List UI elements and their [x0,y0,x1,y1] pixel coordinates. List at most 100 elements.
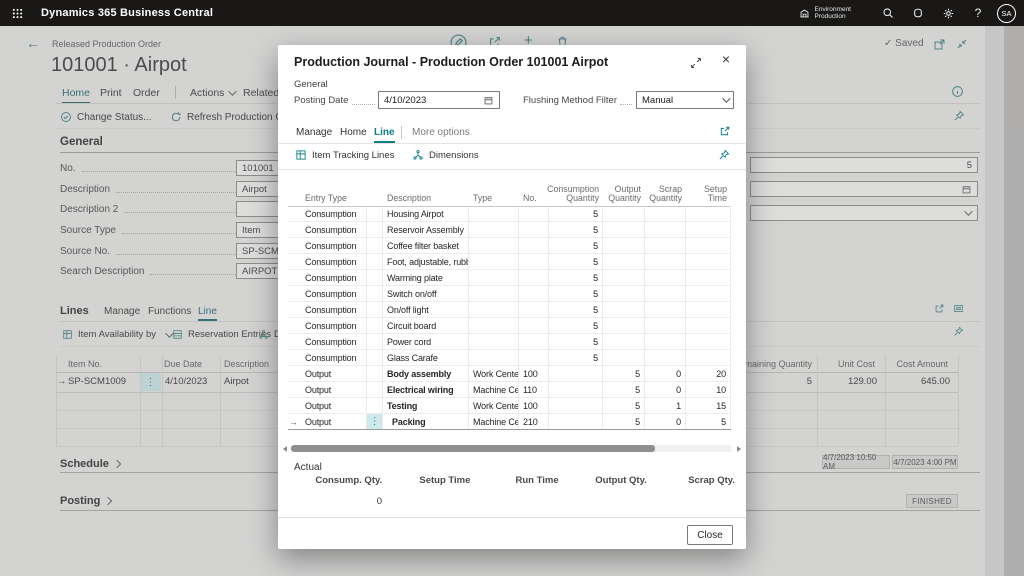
row-menu-cell[interactable] [367,302,383,317]
no-col-header[interactable]: No. [519,180,549,206]
entry-type-cell[interactable]: Consumption [301,334,367,349]
scrap-qty-cell[interactable] [645,318,686,333]
row-menu-cell[interactable] [367,254,383,269]
journal-row[interactable]: →Output⋮PackingMachine Center210 505 [288,414,731,430]
dimensions-button[interactable]: Dimensions [412,149,479,161]
entry-type-cell[interactable]: Output [301,414,367,429]
row-select-indicator[interactable] [288,318,301,333]
description-cell[interactable]: Housing Airpot [383,206,469,221]
scrap-qty-col-header[interactable]: Scrap Quantity [645,180,686,206]
no-cell[interactable] [519,222,549,237]
row-select-indicator[interactable] [288,286,301,301]
setup-time-cell[interactable] [686,350,731,365]
expand-dialog-icon[interactable] [690,57,702,69]
setup-time-cell[interactable] [686,222,731,237]
output-qty-cell[interactable] [603,270,645,285]
scrap-qty-cell[interactable] [645,302,686,317]
scrap-qty-cell[interactable]: 0 [645,414,686,429]
output-qty-cell[interactable] [603,254,645,269]
journal-row[interactable]: Consumption On/off light 5 [288,302,731,318]
scrap-qty-cell[interactable]: 1 [645,398,686,413]
flushing-method-filter-select[interactable]: Manual [636,91,734,109]
type-cell[interactable] [469,334,519,349]
journal-row[interactable]: Consumption Glass Carafe 5 [288,350,731,366]
row-menu-cell[interactable] [367,382,383,397]
scrap-qty-cell[interactable] [645,286,686,301]
calendar-icon[interactable] [483,95,494,106]
row-menu-cell[interactable] [367,286,383,301]
output-qty-cell[interactable] [603,238,645,253]
description-cell[interactable]: Warming plate [383,270,469,285]
row-menu-cell[interactable] [367,350,383,365]
type-cell[interactable] [469,254,519,269]
scroll-right-arrow[interactable] [737,446,741,452]
item-tracking-lines-button[interactable]: Item Tracking Lines [295,149,394,161]
type-cell[interactable] [469,238,519,253]
avatar[interactable]: SA [997,3,1016,23]
consumption-qty-col-header[interactable]: Consumption Quantity [547,180,603,206]
row-select-indicator[interactable] [288,350,301,365]
scrap-qty-cell[interactable]: 0 [645,382,686,397]
consumption-qty-cell[interactable] [549,382,603,397]
consumption-qty-cell[interactable] [549,366,603,381]
entry-type-cell[interactable]: Consumption [301,238,367,253]
entry-type-col-header[interactable]: Entry Type [301,180,367,206]
no-cell[interactable]: 100 [519,366,549,381]
copilot-icon[interactable] [903,7,933,19]
no-cell[interactable] [519,334,549,349]
posting-date-input[interactable]: 4/10/2023 [378,91,500,109]
journal-row[interactable]: Output Body assembly Work Center 100 5 0 20 [288,366,731,382]
consumption-qty-cell[interactable]: 5 [549,254,603,269]
setup-time-cell[interactable] [686,206,731,221]
pin-icon[interactable] [718,149,730,161]
description-cell[interactable]: Electrical wiring [383,382,469,397]
row-menu-cell[interactable] [367,238,383,253]
description-cell[interactable]: Reservoir Assembly [383,222,469,237]
share-icon[interactable] [719,125,731,137]
row-select-indicator[interactable] [288,334,301,349]
modal-tab-line[interactable]: Line [374,127,395,143]
row-select-indicator[interactable] [288,254,301,269]
row-select-indicator[interactable]: → [288,414,301,429]
row-menu-cell[interactable] [367,334,383,349]
setup-time-col-header[interactable]: Setup Time [686,180,731,206]
entry-type-cell[interactable]: Consumption [301,206,367,221]
description-col-header[interactable]: Description [383,180,469,206]
description-cell[interactable]: Circuit board [383,318,469,333]
output-qty-cell[interactable]: 5 [603,382,645,397]
no-cell[interactable] [519,302,549,317]
type-cell[interactable] [469,350,519,365]
entry-type-cell[interactable]: Output [301,382,367,397]
close-dialog-icon[interactable]: × [722,51,730,67]
setup-time-cell[interactable] [686,238,731,253]
journal-row[interactable]: Output Electrical wiringMachine Center110… [288,382,731,398]
row-select-indicator[interactable] [288,382,301,397]
settings-gear-icon[interactable] [933,7,963,20]
scrap-qty-cell[interactable] [645,334,686,349]
consumption-qty-cell[interactable]: 5 [549,238,603,253]
consumption-qty-cell[interactable]: 5 [549,350,603,365]
setup-time-cell[interactable] [686,270,731,285]
modal-tab-more-options[interactable]: More options [412,127,470,138]
no-cell[interactable] [519,270,549,285]
setup-time-cell[interactable]: 10 [686,382,731,397]
modal-tab-home[interactable]: Home [340,127,367,138]
row-select-indicator[interactable] [288,270,301,285]
row-menu-cell[interactable] [367,270,383,285]
no-cell[interactable]: 100 [519,398,549,413]
environment-badge[interactable]: Environment Production [799,6,851,20]
type-cell[interactable]: Machine Center [469,414,519,429]
description-cell[interactable]: Glass Carafe [383,350,469,365]
entry-type-cell[interactable]: Consumption [301,318,367,333]
journal-row[interactable]: Consumption Switch on/off 5 [288,286,731,302]
row-menu-cell[interactable] [367,206,383,221]
output-qty-cell[interactable] [603,302,645,317]
setup-time-cell[interactable] [686,254,731,269]
scrap-qty-cell[interactable] [645,206,686,221]
row-select-indicator[interactable] [288,398,301,413]
type-cell[interactable] [469,318,519,333]
row-menu-cell[interactable] [367,398,383,413]
type-cell[interactable]: Work Center [469,398,519,413]
output-qty-cell[interactable] [603,286,645,301]
scrap-qty-cell[interactable] [645,254,686,269]
